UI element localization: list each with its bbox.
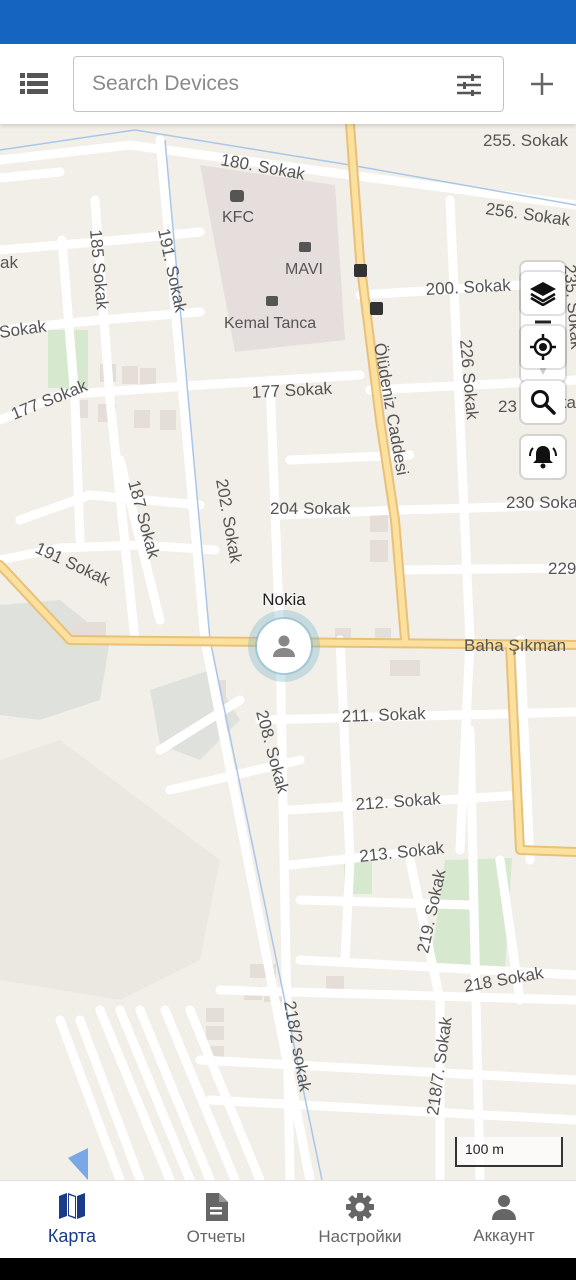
description-icon [206,1192,228,1221]
person-icon [273,635,295,657]
street-label: 211. Sokak [341,704,426,726]
nav-settings-label: Настройки [318,1226,402,1246]
street-label: Baha Şıkman [464,636,566,655]
add-device-button[interactable] [522,64,562,104]
map-scale: 100 m [455,1137,563,1167]
bus-stop-icon [354,264,367,277]
device-marker-inner [257,619,311,673]
my-location-icon [530,334,556,360]
settings-icon [346,1192,374,1221]
system-navigation-bar [0,1258,576,1280]
nav-account-label: Аккаунт [473,1225,535,1245]
nav-reports-label: Отчеты [186,1226,246,1246]
street-label: 229 [548,559,576,578]
nav-map[interactable]: Карта [0,1181,144,1258]
top-bar [0,44,576,124]
app-root: 255. Sokak 180. Sokak 256. Sokak 185 Sok… [0,0,576,1280]
notifications-active-icon [529,446,557,469]
bottom-navigation: Карта Отчеты Настройки Аккаунт [0,1180,576,1258]
search-box [73,56,504,112]
search-icon [531,390,556,415]
map-icon [59,1193,85,1219]
device-marker[interactable] [248,610,320,682]
scale-label: 100 m [465,1141,504,1157]
map-view[interactable]: 255. Sokak 180. Sokak 256. Sokak 185 Sok… [0,124,576,1180]
street-label: 230 Sokak [506,493,576,512]
nav-reports[interactable]: Отчеты [144,1181,288,1258]
search-input[interactable] [92,57,442,111]
layers-button[interactable] [521,272,565,314]
nav-settings[interactable]: Настройки [288,1181,432,1258]
status-bar [0,0,576,44]
my-location-button[interactable] [521,326,565,368]
shopping-bag-icon [266,296,278,306]
poi-label: KFC [222,209,254,226]
filter-button[interactable] [455,71,483,99]
nav-map-label: Карта [47,1226,97,1246]
list-icon [20,73,48,94]
street-label: 204 Sokak [270,499,351,518]
poi-label: Kemal Tanca [224,315,316,332]
street-label: ak [0,253,18,272]
layers-icon [530,282,556,306]
person-icon [492,1194,516,1220]
device-list-button[interactable] [14,66,54,102]
plus-icon [531,73,553,95]
tune-icon [457,74,481,96]
street-label: 23 [498,397,517,416]
map-search-button[interactable] [521,381,565,423]
bus-stop-icon [370,302,383,315]
shopping-bag-icon [299,242,311,252]
alarms-button[interactable] [521,436,565,478]
fast-food-icon [230,190,244,202]
street-label: 255. Sokak [483,131,569,150]
poi-label: MAVI [285,261,323,278]
device-name-label: Nokia [262,590,306,609]
nav-account[interactable]: Аккаунт [432,1181,576,1258]
